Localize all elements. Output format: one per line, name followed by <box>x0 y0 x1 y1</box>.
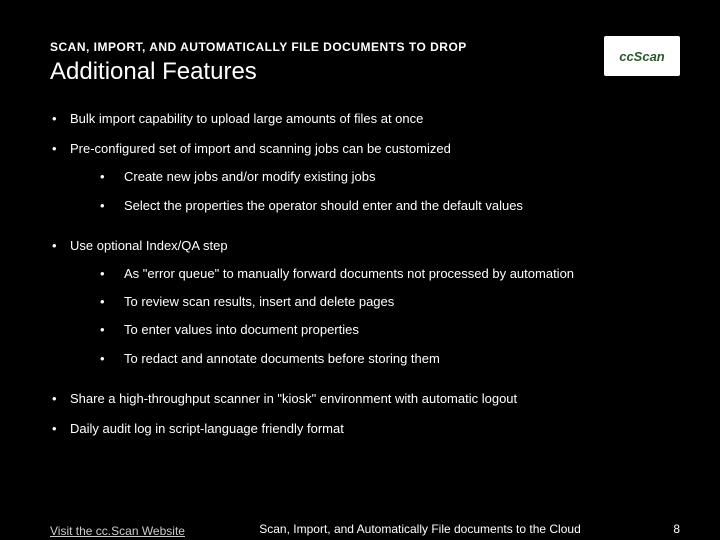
list-item: • Use optional Index/QA step •As "error … <box>50 237 670 378</box>
page-number: 8 <box>640 522 680 538</box>
list-item: • Bulk import capability to upload large… <box>50 110 670 128</box>
bullet-icon: • <box>50 110 70 128</box>
sub-text: To review scan results, insert and delet… <box>124 293 670 311</box>
slide-footer: Visit the cc.Scan Website Scan, Import, … <box>50 522 680 540</box>
list-item: •Select the properties the operator shou… <box>70 197 670 215</box>
footer-link[interactable]: Visit the cc.Scan Website <box>50 524 200 538</box>
list-item: • Pre-configured set of import and scann… <box>50 140 670 225</box>
sub-text: To enter values into document properties <box>124 321 670 339</box>
bullet-text: Use optional Index/QA step <box>70 238 228 253</box>
ccscan-logo: ccScan <box>604 36 680 76</box>
list-item: • Share a high-throughput scanner in "ki… <box>50 390 670 408</box>
bullet-icon: • <box>100 168 124 186</box>
sub-text: To redact and annotate documents before … <box>124 350 670 368</box>
bullet-text: Share a high-throughput scanner in "kios… <box>70 391 517 406</box>
sub-text: Select the properties the operator shoul… <box>124 197 670 215</box>
slide-title: Additional Features <box>50 58 670 86</box>
sub-text: Create new jobs and/or modify existing j… <box>124 168 670 186</box>
list-item: •As "error queue" to manually forward do… <box>70 265 670 283</box>
bullet-icon: • <box>100 265 124 283</box>
list-item: •To redact and annotate documents before… <box>70 350 670 368</box>
bullet-icon: • <box>100 350 124 368</box>
list-item: •To review scan results, insert and dele… <box>70 293 670 311</box>
sub-list: •Create new jobs and/or modify existing … <box>70 168 670 214</box>
bullet-icon: • <box>100 197 124 215</box>
bullet-text: Daily audit log in script-language frien… <box>70 421 344 436</box>
bullet-icon: • <box>100 293 124 311</box>
list-item: •To enter values into document propertie… <box>70 321 670 339</box>
logo-text: ccScan <box>619 49 665 64</box>
bullet-icon: • <box>50 237 70 378</box>
list-item: • Daily audit log in script-language fri… <box>50 420 670 438</box>
bullet-list: • Bulk import capability to upload large… <box>50 110 670 438</box>
bullet-icon: • <box>50 140 70 225</box>
bullet-icon: • <box>50 390 70 408</box>
slide-overline: SCAN, IMPORT, AND AUTOMATICALLY FILE DOC… <box>50 40 670 54</box>
sub-text: As "error queue" to manually forward doc… <box>124 265 670 283</box>
sub-list: •As "error queue" to manually forward do… <box>70 265 670 368</box>
bullet-text: Pre-configured set of import and scannin… <box>70 141 451 156</box>
footer-caption: Scan, Import, and Automatically File doc… <box>200 522 640 538</box>
list-item: •Create new jobs and/or modify existing … <box>70 168 670 186</box>
bullet-icon: • <box>100 321 124 339</box>
bullet-icon: • <box>50 420 70 438</box>
bullet-text: Bulk import capability to upload large a… <box>70 111 423 126</box>
